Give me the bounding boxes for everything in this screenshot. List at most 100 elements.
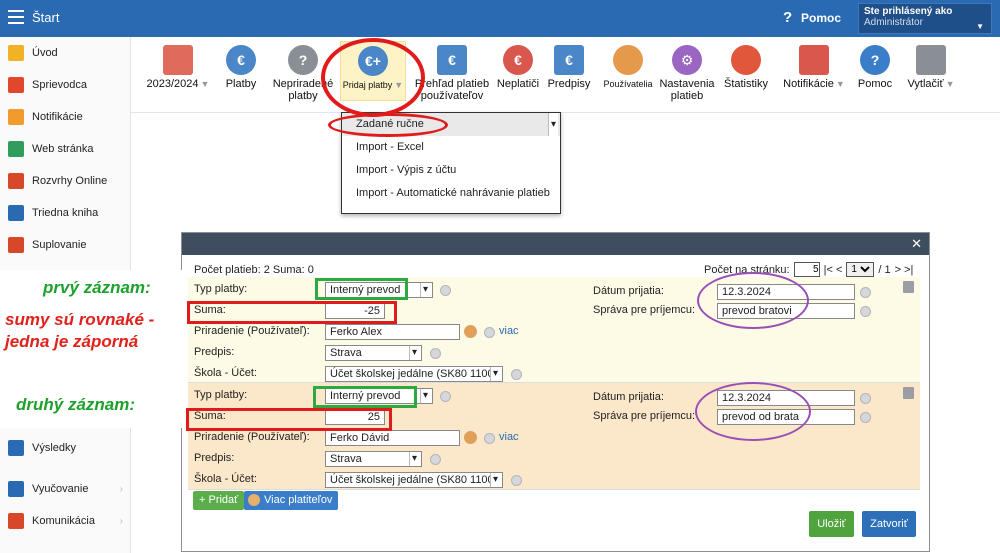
- info-icon[interactable]: [440, 285, 451, 296]
- per-page-input[interactable]: [793, 262, 820, 277]
- close-button[interactable]: Zatvoriť: [862, 511, 916, 537]
- info-icon[interactable]: [484, 327, 495, 338]
- dialog-header: ✕: [182, 233, 929, 255]
- info-icon[interactable]: [860, 306, 871, 317]
- prescription-select[interactable]: Strava: [325, 345, 422, 361]
- save-button[interactable]: Uložiť: [809, 511, 854, 537]
- bar-chart-icon: [8, 440, 24, 456]
- help-link[interactable]: Pomoc: [801, 11, 841, 25]
- assign-input[interactable]: Ferko Dávid: [325, 430, 460, 446]
- toolbar-money-bag-clock[interactable]: € Neplatiči: [494, 45, 542, 90]
- more-payers-label: Viac platiteľov: [264, 494, 333, 506]
- sidebar-item-7[interactable]: Výsledky: [0, 432, 131, 464]
- assign-input[interactable]: Ferko Alex: [325, 324, 460, 340]
- chevron-down-icon: ▼: [200, 79, 210, 89]
- toolbar-calendar-grid[interactable]: 2023/2024 ▼: [143, 45, 213, 90]
- toolbar-help[interactable]: ? Pomoc: [854, 45, 896, 90]
- toolbar-gear[interactable]: ⚙ Nastavenia platieb: [657, 45, 717, 102]
- info-icon[interactable]: [484, 433, 495, 444]
- info-icon[interactable]: [430, 454, 441, 465]
- annotation-second-record: druhý záznam:: [16, 395, 136, 414]
- close-icon[interactable]: ✕: [911, 236, 922, 252]
- hamburger-menu-icon[interactable]: [8, 10, 24, 24]
- add-record-button[interactable]: + Pridať: [193, 491, 245, 510]
- calendar-icon[interactable]: [860, 287, 871, 298]
- highlight-box-sum-1: [187, 301, 397, 324]
- user-selector[interactable]: Ste prihlásený ako Administrátor ▼: [858, 3, 992, 34]
- sidebar-item-9[interactable]: Komunikácia ›: [0, 505, 131, 537]
- payment-record-1: Typ platby: Interný prevod Suma: -25 Pri…: [188, 277, 920, 383]
- user-icon[interactable]: [464, 431, 477, 444]
- toolbar-printer[interactable]: Vytlačiť ▼: [901, 45, 961, 90]
- app-title[interactable]: Štart: [32, 10, 59, 25]
- more-link[interactable]: viac: [499, 325, 519, 337]
- type-label: Typ platby:: [194, 283, 248, 295]
- info-icon[interactable]: [511, 475, 522, 486]
- toolbar-label: Nastavenia platieb: [659, 78, 715, 102]
- chevron-right-icon: ›: [119, 483, 123, 495]
- highlight-ring-date-1: [697, 272, 809, 329]
- sidebar-item-5[interactable]: Triedna kniha: [0, 197, 130, 229]
- more-payers-button[interactable]: Viac platiteľov: [244, 491, 339, 510]
- sidebar-item-label: Výsledky: [32, 442, 77, 454]
- annotation-note-line2: jedna je záporná: [5, 332, 139, 351]
- highlight-ring-add-payments: [321, 38, 425, 117]
- assign-label: Priradenie (Používateľ):: [194, 325, 310, 337]
- gear-icon: ⚙: [672, 45, 702, 75]
- date-label: Dátum prijatia:: [593, 285, 664, 297]
- menu-item-import-excel[interactable]: Import - Excel: [342, 136, 560, 159]
- annotation-first-record: prvý záznam:: [43, 278, 151, 297]
- toolbar-money-bag-euro[interactable]: € Platby: [221, 45, 261, 90]
- sidebar-item-0[interactable]: Úvod: [0, 37, 130, 69]
- info-icon[interactable]: [511, 369, 522, 380]
- sidebar-item-6[interactable]: Suplovanie: [0, 229, 130, 261]
- calendar-icon: [8, 173, 24, 189]
- more-link[interactable]: viac: [499, 431, 519, 443]
- sidebar-item-label: Triedna kniha: [32, 207, 99, 219]
- menu-item-import-statement[interactable]: Import - Výpis z účtu: [342, 159, 560, 182]
- toolbar-label: Notifikácie: [783, 78, 834, 90]
- toolbar-pie-chart[interactable]: Štatistiky: [720, 45, 772, 90]
- sidebar-item-label: Sprievodca: [32, 79, 88, 91]
- toolbar-phone[interactable]: Notifikácie ▼: [778, 45, 850, 90]
- info-icon[interactable]: [860, 412, 871, 423]
- prescription-select[interactable]: Strava: [325, 451, 422, 467]
- prescription-label: Predpis:: [194, 452, 235, 464]
- page-prev-links[interactable]: |< <: [824, 264, 843, 276]
- page-next-links[interactable]: > >|: [895, 264, 914, 276]
- sidebar-item-label: Úvod: [32, 47, 58, 59]
- toolbar-document-euro[interactable]: € Predpisy: [544, 45, 594, 90]
- phone-icon: [799, 45, 829, 75]
- chevron-down-icon: ▼: [945, 79, 955, 89]
- school-account-select[interactable]: Účet školskej jedálne (SK80 1100: [325, 366, 503, 382]
- user-role: Administrátor: [864, 17, 923, 28]
- sidebar-item-8[interactable]: Vyučovanie ›: [0, 473, 131, 505]
- user-icon[interactable]: [464, 325, 477, 338]
- menu-item-import-auto[interactable]: Import - Automatické nahrávanie platieb: [342, 182, 560, 205]
- calendar-icon[interactable]: [860, 393, 871, 404]
- trash-icon[interactable]: [903, 387, 914, 399]
- info-icon[interactable]: [440, 391, 451, 402]
- toolbar-user[interactable]: Používatelia: [601, 45, 655, 90]
- payments-toolbar: 2023/2024 ▼ € Platby? Nepriradené platby €+ Pr…: [131, 37, 1000, 113]
- money-bag-clock-icon: €: [503, 45, 533, 75]
- page-select[interactable]: 1: [846, 262, 875, 277]
- highlight-ring-date-2: [695, 382, 811, 441]
- add-payments-dialog: ✕ Počet platieb: 2 Suma: 0 Počet na strá…: [181, 232, 930, 552]
- sidebar-item-2[interactable]: Notifikácie: [0, 101, 130, 133]
- book-open-icon: [8, 481, 24, 497]
- trash-icon[interactable]: [903, 281, 914, 293]
- document-euro-icon: €: [554, 45, 584, 75]
- toolbar-label: Prehľad platieb používateľov: [414, 78, 490, 102]
- school-account-select[interactable]: Účet školskej jedálne (SK80 1100: [325, 472, 503, 488]
- info-icon[interactable]: [430, 348, 441, 359]
- help-icon[interactable]: ?: [783, 9, 792, 26]
- sidebar-item-1[interactable]: Sprievodca: [0, 69, 130, 101]
- money-bag-euro-icon: €: [226, 45, 256, 75]
- calendar-grid-icon: [163, 45, 193, 75]
- sidebar-item-3[interactable]: Web stránka: [0, 133, 130, 165]
- page-total: / 1: [878, 263, 891, 276]
- sidebar-item-label: Notifikácie: [32, 111, 83, 123]
- sidebar-item-4[interactable]: Rozvrhy Online: [0, 165, 130, 197]
- envelope-icon: [8, 109, 24, 125]
